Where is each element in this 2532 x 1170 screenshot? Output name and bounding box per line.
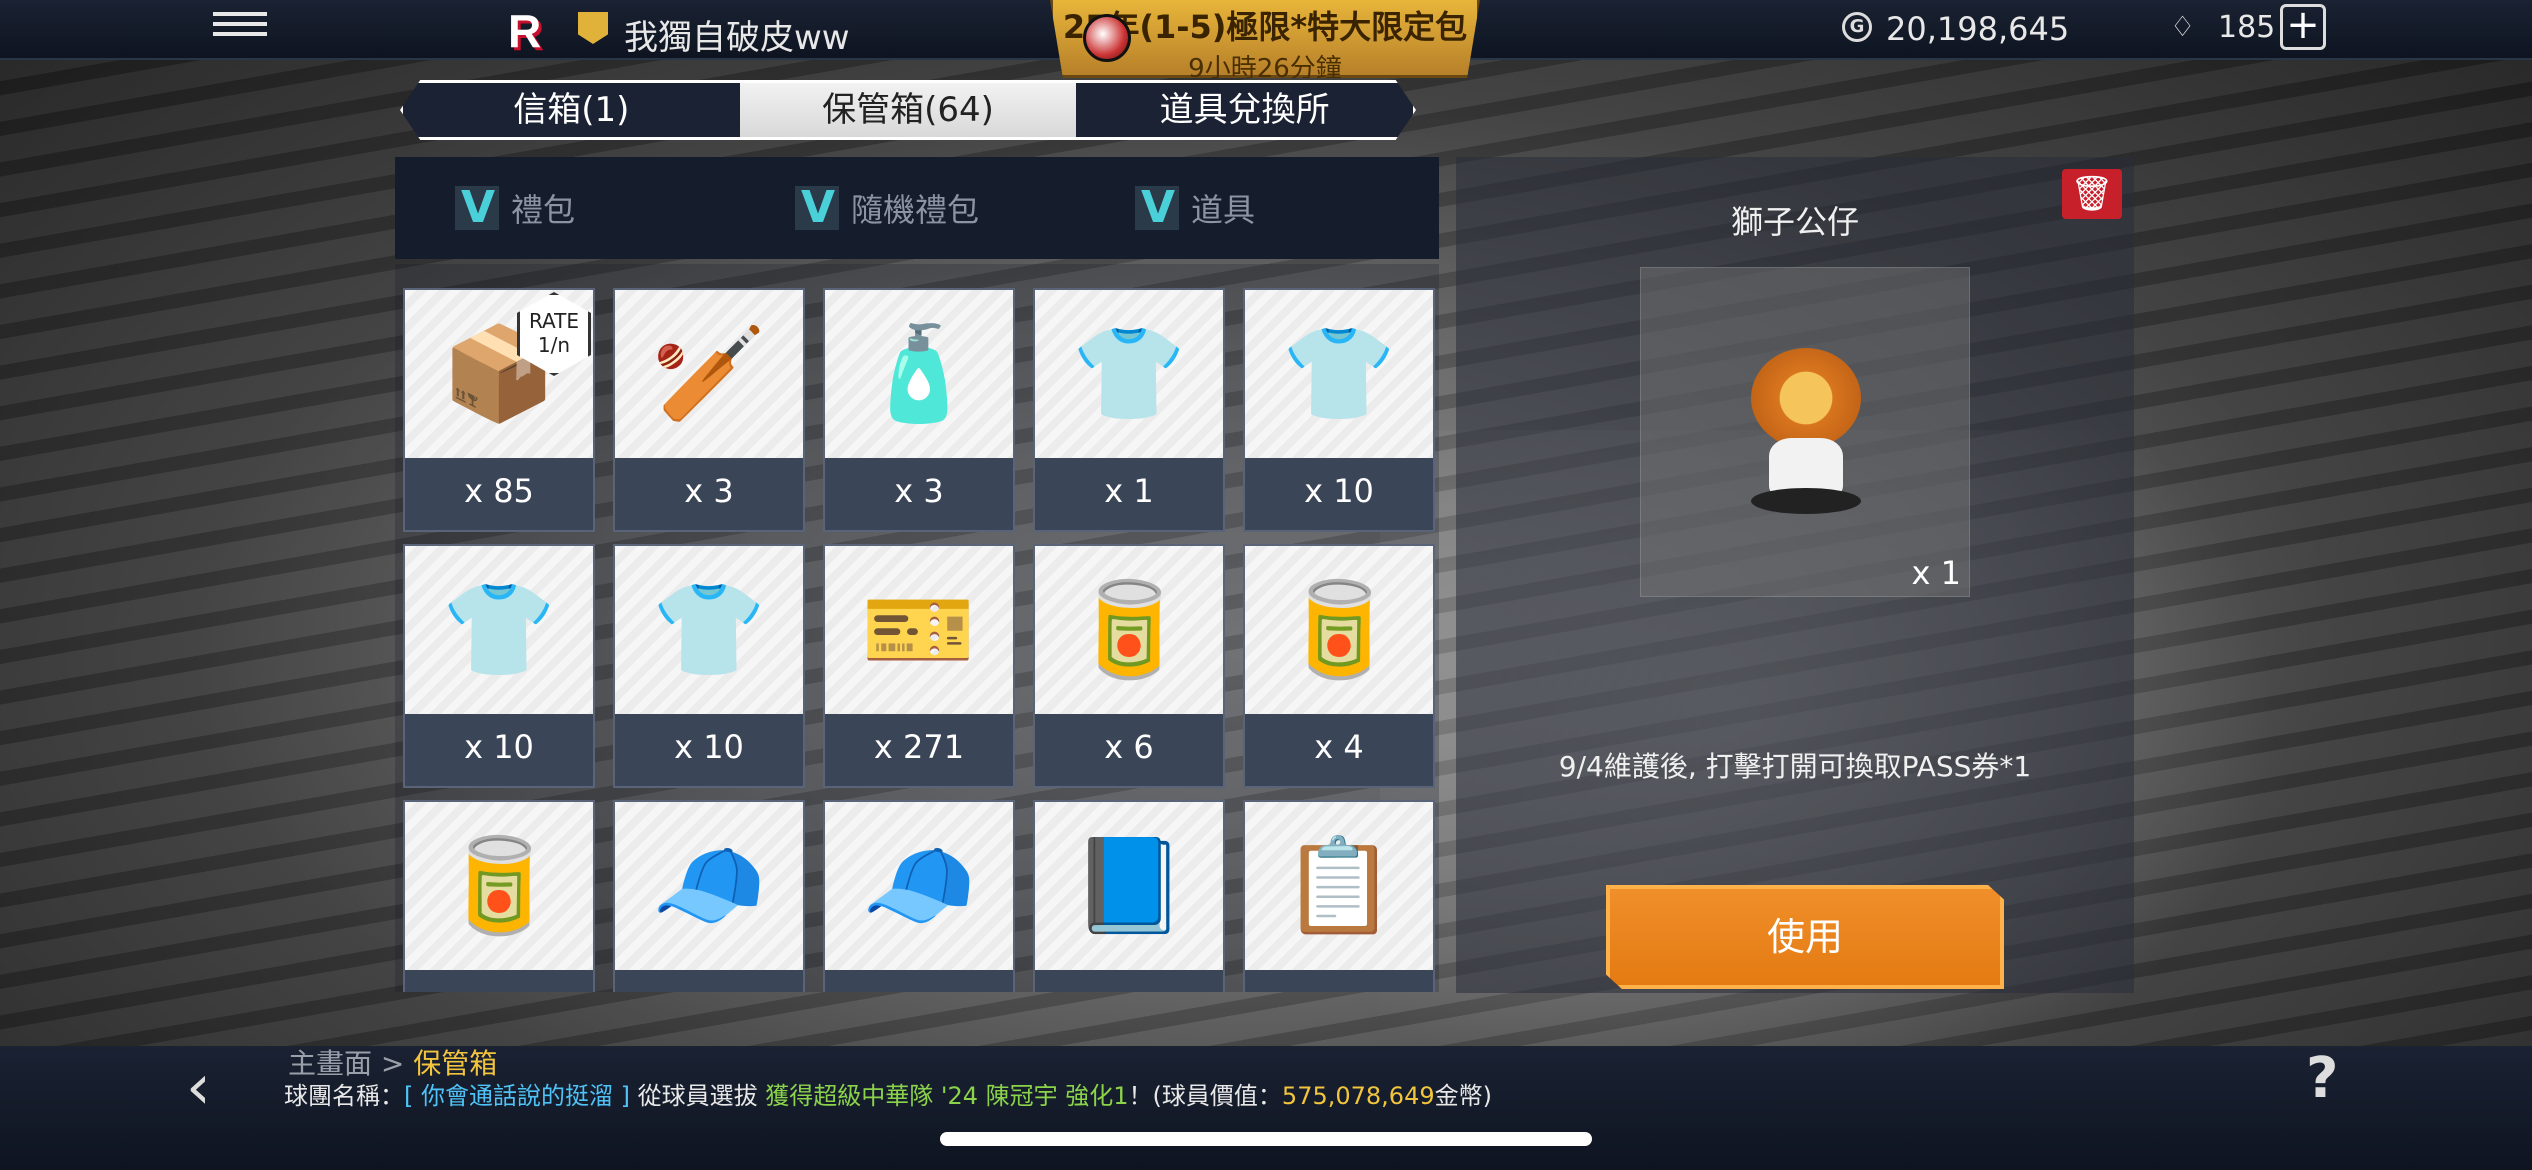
- exp-shirt-icon: 👕: [1071, 320, 1187, 427]
- item-quantity: x 10: [674, 728, 744, 766]
- team-logo: R: [508, 5, 542, 57]
- item-image: 👕: [615, 546, 803, 714]
- item-quantity: x 3: [894, 472, 944, 510]
- item-slot[interactable]: 🧢: [613, 800, 805, 992]
- pass-ticket-icon: 🎫: [861, 576, 977, 683]
- gem-balance: 185: [2218, 10, 2276, 45]
- checkbox-checked-icon[interactable]: [1135, 182, 1179, 233]
- item-slot[interactable]: 🧢: [823, 800, 1015, 992]
- hamburger-menu-icon[interactable]: [213, 12, 267, 46]
- item-quantity: x 271: [873, 728, 965, 766]
- player-name[interactable]: 我獨自破皮ww: [624, 10, 850, 59]
- news-ticker: 球團名稱：[ 你會通話說的挺溜 ] 從球員選拔 獲得超級中華隊 '24 陳冠宇 …: [284, 1082, 1492, 1110]
- item-slot[interactable]: 📦 RATE 1/n x 85: [403, 288, 595, 532]
- player-silhouette-icon: 🏏: [651, 320, 767, 427]
- baseball-icon: [1083, 14, 1131, 62]
- item-grid[interactable]: 📦 RATE 1/n x 85 🏏 x 3 🧴 x 3 👕 x 1 👕 x 10 👕 x 10 👕 x 10 🎫…: [395, 264, 1439, 992]
- item-image: 👕: [405, 546, 593, 714]
- item-detail-panel: 🗑 獅子公仔 x 1 9/4維護後, 打擊打開可換取PASS券*1 使用: [1456, 157, 2134, 993]
- use-button[interactable]: 使用: [1606, 885, 2004, 989]
- item-slot[interactable]: 👕 x 10: [613, 544, 805, 788]
- promo-banner[interactable]: 25年(1-5)極限*特大限定包 9小時26分鐘: [1050, 0, 1480, 78]
- item-slot[interactable]: 👕 x 1: [1033, 288, 1225, 532]
- item-quantity: x 6: [1104, 728, 1154, 766]
- gold-coin-icon: G: [1842, 12, 1872, 42]
- gold-balance: 20,198,645: [1886, 10, 2070, 48]
- item-slot[interactable]: 🥫: [403, 800, 595, 992]
- item-image: 🧴: [825, 290, 1013, 458]
- tab-storage[interactable]: 保管箱(64): [739, 83, 1077, 137]
- item-image: 🥫: [1245, 546, 1433, 714]
- rank-badge-icon: [578, 12, 608, 44]
- filter-bar: 禮包 隨機禮包 道具: [395, 157, 1439, 259]
- storage-tabs: 信箱(1) 保管箱(64) 道具兌換所: [400, 80, 1416, 140]
- item-image: 🥫: [405, 802, 593, 970]
- exp-shirt-icon: 👕: [651, 576, 767, 683]
- exp-shirt-icon: 👕: [441, 576, 557, 683]
- checkbox-checked-icon[interactable]: [795, 182, 839, 233]
- filter-label: 禮包: [511, 191, 576, 229]
- back-arrow-icon[interactable]: ‹: [186, 1050, 211, 1123]
- coach-b-icon: 🧢: [651, 832, 767, 939]
- item-slot[interactable]: 👕 x 10: [403, 544, 595, 788]
- item-image: 👕: [1245, 290, 1433, 458]
- coach-a-icon: 🧢: [861, 832, 977, 939]
- vital-shake-red-icon: 🥫: [1071, 576, 1187, 683]
- item-quantity: x 1: [1911, 554, 1961, 592]
- add-gems-button[interactable]: +: [2280, 4, 2326, 50]
- skill-book-icon: 📘: [1071, 832, 1187, 939]
- item-image: 🧢: [825, 802, 1013, 970]
- item-quantity: x 1: [1104, 472, 1154, 510]
- item-image: 🥫: [1035, 546, 1223, 714]
- item-quantity: [405, 970, 593, 992]
- filter-gift-pack[interactable]: 禮包: [395, 182, 735, 233]
- item-name: 獅子公仔: [1730, 203, 1859, 241]
- diamond-icon: ♢: [2170, 10, 2196, 43]
- filter-label: 道具: [1191, 191, 1256, 229]
- lion-figure-icon: [1741, 348, 1871, 518]
- vital-shake-brown-icon: 🥫: [441, 832, 557, 939]
- item-slot[interactable]: 👕 x 10: [1243, 288, 1435, 532]
- item-quantity: x 10: [464, 728, 534, 766]
- item-image: 🏏: [615, 290, 803, 458]
- item-quantity: x 3: [684, 472, 734, 510]
- filter-label: 隨機禮包: [851, 191, 980, 229]
- item-slot[interactable]: 📘: [1033, 800, 1225, 992]
- help-icon[interactable]: ?: [2306, 1046, 2338, 1111]
- item-slot[interactable]: 📋: [1243, 800, 1435, 992]
- item-quantity: x 10: [1304, 472, 1374, 510]
- item-slot[interactable]: 🧴 x 3: [823, 288, 1015, 532]
- hp-potion-icon: 🧴: [861, 320, 977, 427]
- item-quantity: [615, 970, 803, 992]
- item-slot[interactable]: 🏏 x 3: [613, 288, 805, 532]
- item-preview: x 1: [1640, 267, 1970, 597]
- item-image: 📋: [1245, 802, 1433, 970]
- tab-mailbox[interactable]: 信箱(1): [403, 83, 740, 137]
- item-quantity: x 4: [1314, 728, 1364, 766]
- item-image: 🧢: [615, 802, 803, 970]
- home-indicator[interactable]: [940, 1132, 1592, 1146]
- item-image: 🎫: [825, 546, 1013, 714]
- item-quantity: [825, 970, 1013, 992]
- filter-items[interactable]: 道具: [1075, 182, 1415, 233]
- item-slot[interactable]: 🥫 x 4: [1243, 544, 1435, 788]
- item-image: 📦 RATE 1/n: [405, 290, 593, 458]
- item-image: 👕: [1035, 290, 1223, 458]
- item-quantity: [1035, 970, 1223, 992]
- item-slot[interactable]: 🎫 x 271: [823, 544, 1015, 788]
- item-quantity: [1245, 970, 1433, 992]
- vital-shake-blue-icon: 🥫: [1281, 576, 1397, 683]
- exp-shirt-icon: 👕: [1281, 320, 1397, 427]
- checkbox-checked-icon[interactable]: [455, 182, 499, 233]
- tab-item-exchange[interactable]: 道具兌換所: [1076, 83, 1413, 137]
- item-image: 📘: [1035, 802, 1223, 970]
- order-grade-s-icon: 📋: [1281, 832, 1397, 939]
- item-description: 9/4維護後, 打擊打開可換取PASS券*1: [1558, 750, 2032, 783]
- item-quantity: x 85: [464, 472, 534, 510]
- item-slot[interactable]: 🥫 x 6: [1033, 544, 1225, 788]
- filter-random-pack[interactable]: 隨機禮包: [735, 182, 1075, 233]
